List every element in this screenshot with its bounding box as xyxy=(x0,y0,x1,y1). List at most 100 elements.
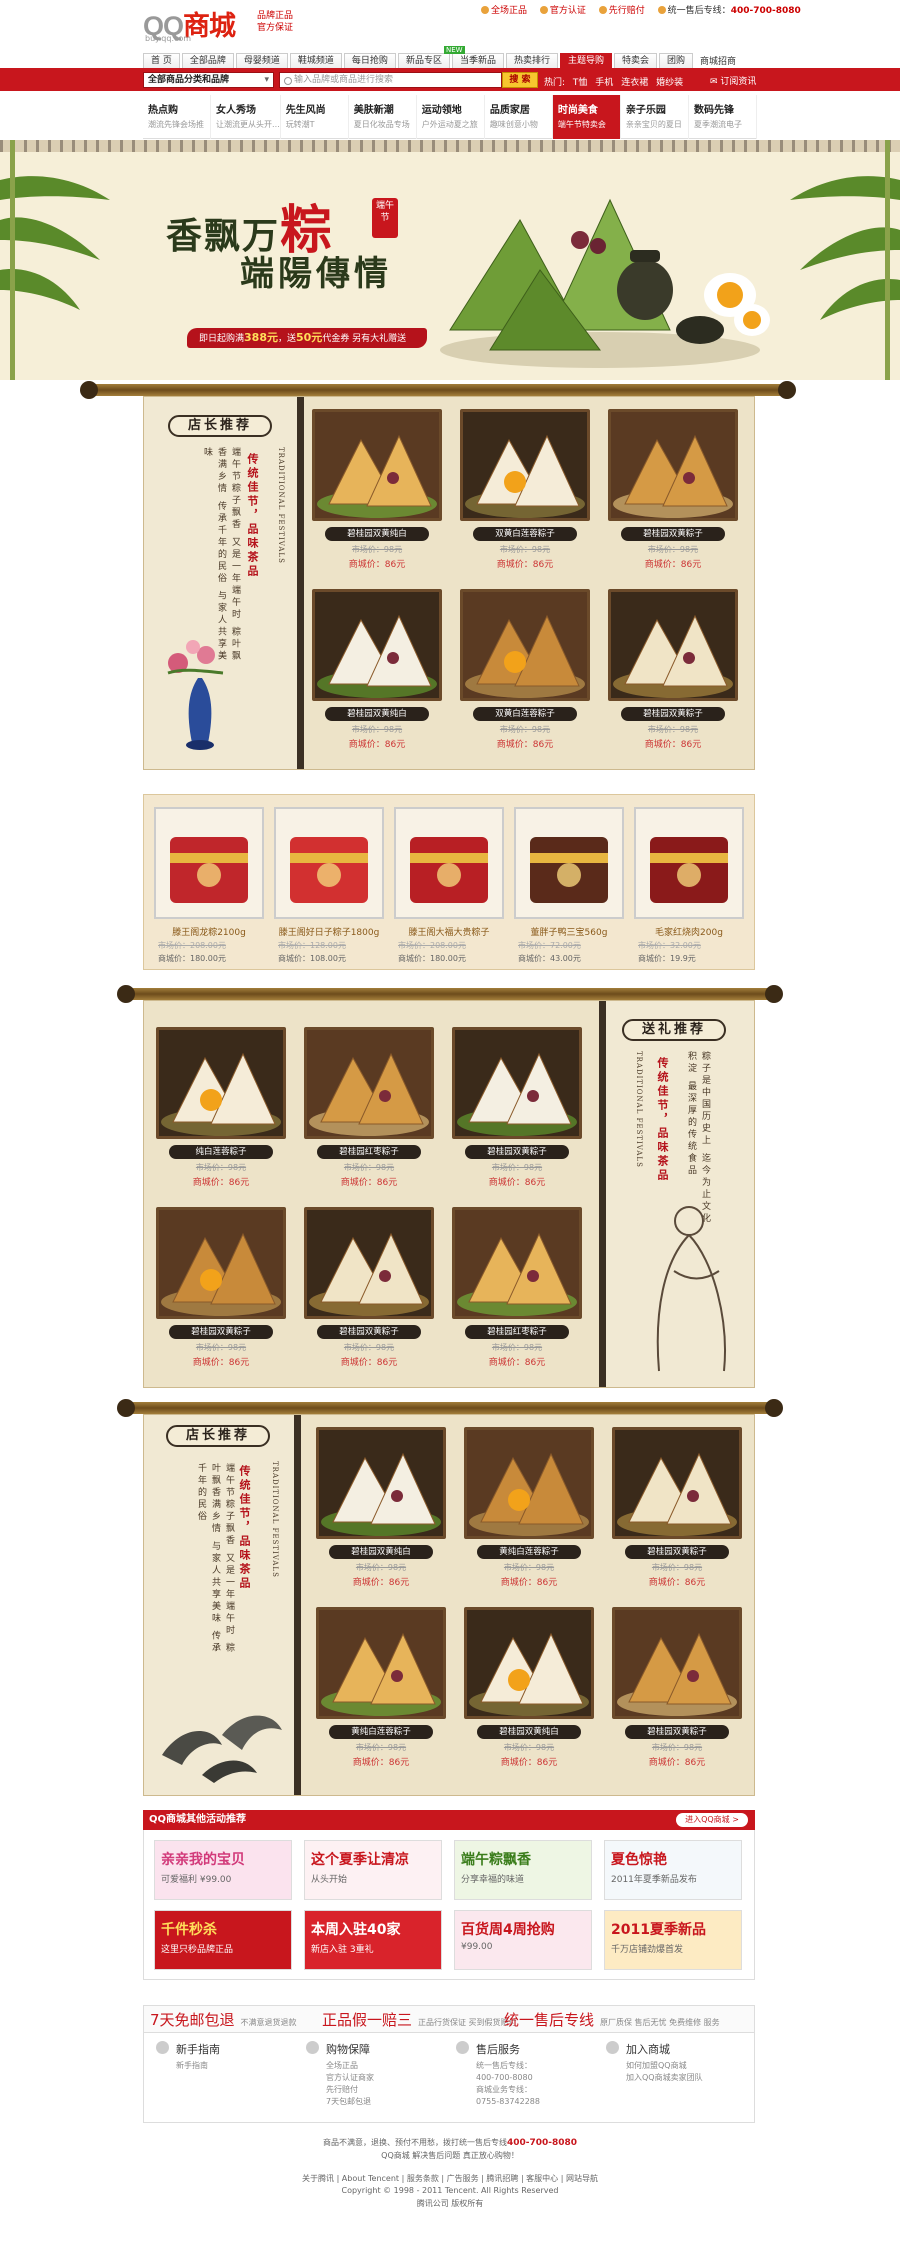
product-photo[interactable] xyxy=(316,1607,446,1719)
product-photo[interactable] xyxy=(316,1427,446,1539)
product-photo[interactable] xyxy=(156,1207,286,1319)
gift-product[interactable]: 毛家红烧肉200g 市场价：32.00元 商城价：19.9元 xyxy=(634,807,744,964)
product-card[interactable]: 碧桂园双黄粽子 市场价：98元 商城价：86元 xyxy=(612,1427,742,1588)
gift-name[interactable]: 滕王阁龙粽2100g xyxy=(154,925,264,938)
tab-baby[interactable]: 母婴频道 xyxy=(235,53,288,68)
gift-photo[interactable] xyxy=(154,807,264,919)
activity-banner[interactable]: 2011夏季新品 千万店铺劲爆首发 xyxy=(604,1910,742,1970)
activity-banner[interactable]: 这个夏季让清凉 从头开始 xyxy=(304,1840,442,1900)
gift-product[interactable]: 董胖子鸭三宝560g 市场价：72.00元 商城价：43.00元 xyxy=(514,807,624,964)
enter-mall-button[interactable]: 进入QQ商城 > xyxy=(676,1813,748,1827)
product-card[interactable]: 双黄白莲蓉粽子 市场价：98元 商城价：86元 xyxy=(460,409,590,570)
product-photo[interactable] xyxy=(452,1027,582,1139)
activity-banner[interactable]: 百货周4周抢购 ¥99.00 xyxy=(454,1910,592,1970)
guarantee-item[interactable]: 7天免邮包退 不满意退货退款 xyxy=(150,2006,297,2034)
top-link-certified[interactable]: 官方认证 xyxy=(539,6,586,16)
product-name[interactable]: 双黄白莲蓉粽子 xyxy=(473,707,577,721)
category-item[interactable]: 热点购 潮流先锋会场推 xyxy=(143,95,212,139)
gift-name[interactable]: 毛家红烧肉200g xyxy=(634,925,744,938)
product-name[interactable]: 碧桂园双黄粽子 xyxy=(169,1325,273,1339)
product-card[interactable]: 碧桂园红枣粽子 市场价：98元 商城价：86元 xyxy=(452,1207,582,1368)
product-name[interactable]: 碧桂园双黄粽子 xyxy=(317,1325,421,1339)
product-card[interactable]: 碧桂园双黄纯白 市场价：98元 商城价：86元 xyxy=(312,409,442,570)
category-item[interactable]: 女人秀场 让潮流更从头开... xyxy=(211,95,281,139)
product-photo[interactable] xyxy=(460,409,590,521)
category-select[interactable]: 全部商品分类和品牌 xyxy=(143,72,274,88)
product-name[interactable]: 碧桂园双黄纯白 xyxy=(477,1725,581,1739)
gift-photo[interactable] xyxy=(394,807,504,919)
category-item[interactable]: 美肤新潮 夏日化妆品专场 xyxy=(349,95,417,139)
product-photo[interactable] xyxy=(312,409,442,521)
product-name[interactable]: 碧桂园红枣粽子 xyxy=(465,1325,569,1339)
product-name[interactable]: 纯白莲蓉粽子 xyxy=(169,1145,273,1159)
activity-banner[interactable]: 本周入驻40家 新店入驻 3重礼 xyxy=(304,1910,442,1970)
promo-ribbon[interactable]: 即日起购满388元，送50元代金券 另有大礼赠送 xyxy=(187,328,427,348)
category-item[interactable]: 数码先锋 夏季潮流电子 xyxy=(689,95,758,139)
product-photo[interactable] xyxy=(612,1427,742,1539)
gift-photo[interactable] xyxy=(634,807,744,919)
product-name[interactable]: 碧桂园双黄粽子 xyxy=(465,1145,569,1159)
product-photo[interactable] xyxy=(464,1607,594,1719)
category-item[interactable]: 品质家居 趣味创意小物 xyxy=(485,95,553,139)
product-card[interactable]: 碧桂园双黄粽子 市场价：98元 商城价：86元 xyxy=(156,1207,286,1368)
product-name[interactable]: 双黄白莲蓉粽子 xyxy=(473,527,577,541)
product-name[interactable]: 碧桂园红枣粽子 xyxy=(317,1145,421,1159)
gift-photo[interactable] xyxy=(514,807,624,919)
footer-links[interactable]: 关于腾讯 | About Tencent | 服务条款 | 广告服务 | 腾讯招… xyxy=(0,2173,900,2184)
tab-hot-rank[interactable]: 热卖排行 xyxy=(505,53,558,68)
gift-product[interactable]: 滕王阁大福大贵粽子 市场价：208.00元 商城价：180.00元 xyxy=(394,807,504,964)
gift-photo[interactable] xyxy=(274,807,384,919)
product-photo[interactable] xyxy=(612,1607,742,1719)
tab-home[interactable]: 首 页 xyxy=(143,53,180,68)
product-name[interactable]: 黄纯白莲蓉粽子 xyxy=(477,1545,581,1559)
product-name[interactable]: 碧桂园双黄粽子 xyxy=(621,707,725,721)
product-photo[interactable] xyxy=(460,589,590,701)
hot-word[interactable]: 婚纱装 xyxy=(656,78,683,88)
category-item[interactable]: 运动领地 户外运动夏之旅 xyxy=(417,95,485,139)
tab-shoes[interactable]: 鞋城频道 xyxy=(289,53,342,68)
product-card[interactable]: 碧桂园双黄粽子 市场价：98元 商城价：86元 xyxy=(608,409,738,570)
help-title[interactable]: 购物保障 xyxy=(304,2041,454,2057)
tab-sale[interactable]: 特卖会 xyxy=(614,53,658,68)
product-photo[interactable] xyxy=(464,1427,594,1539)
product-name[interactable]: 碧桂园双黄纯白 xyxy=(329,1545,433,1559)
tab-new-items[interactable]: 新品专区 NEW xyxy=(397,46,465,68)
product-name[interactable]: 碧桂园双黄粽子 xyxy=(621,527,725,541)
category-item-active[interactable]: 时尚美食 端午节特卖会 xyxy=(552,95,621,139)
product-photo[interactable] xyxy=(304,1027,434,1139)
product-photo[interactable] xyxy=(156,1027,286,1139)
product-name[interactable]: 碧桂园双黄纯白 xyxy=(325,707,429,721)
product-photo[interactable] xyxy=(452,1207,582,1319)
activity-banner[interactable]: 夏色惊艳 2011年夏季新品发布 xyxy=(604,1840,742,1900)
category-item[interactable]: 先生风尚 玩转潮T xyxy=(281,95,349,139)
hot-word[interactable]: 手机 xyxy=(595,78,613,88)
tab-theme-guide[interactable]: 主题导购 xyxy=(559,53,612,68)
product-name[interactable]: 碧桂园双黄粽子 xyxy=(625,1545,729,1559)
product-photo[interactable] xyxy=(304,1207,434,1319)
tab-all-brands[interactable]: 全部品牌 xyxy=(181,53,234,68)
category-item[interactable]: 亲子乐园 亲亲宝贝的夏日 xyxy=(621,95,689,139)
top-link-compensate[interactable]: 先行赔付 xyxy=(598,6,645,16)
top-link-genuine[interactable]: 全场正品 xyxy=(481,6,527,16)
gift-product[interactable]: 滕王阁好日子粽子1800g 市场价：128.00元 商城价：108.00元 xyxy=(274,807,384,964)
help-title[interactable]: 售后服务 xyxy=(454,2041,604,2057)
tab-group-buy[interactable]: 团购 xyxy=(659,53,694,68)
product-card[interactable]: 碧桂园双黄粽子 市场价：98元 商城价：86元 xyxy=(452,1027,582,1188)
hot-word[interactable]: 连衣裙 xyxy=(621,78,648,88)
product-card[interactable]: 黄纯白莲蓉粽子 市场价：98元 商城价：86元 xyxy=(316,1607,446,1768)
product-photo[interactable] xyxy=(608,589,738,701)
product-card[interactable]: 双黄白莲蓉粽子 市场价：98元 商城价：86元 xyxy=(460,589,590,750)
product-name[interactable]: 碧桂园双黄纯白 xyxy=(325,527,429,541)
activity-banner[interactable]: 亲亲我的宝贝 可爱福利 ¥99.00 xyxy=(154,1840,292,1900)
help-title[interactable]: 新手指南 xyxy=(154,2041,304,2057)
product-card[interactable]: 碧桂园双黄纯白 市场价：98元 商城价：86元 xyxy=(316,1427,446,1588)
product-card[interactable]: 碧桂园双黄粽子 市场价：98元 商城价：86元 xyxy=(612,1607,742,1768)
product-name[interactable]: 黄纯白莲蓉粽子 xyxy=(329,1725,433,1739)
product-card[interactable]: 碧桂园双黄纯白 市场价：98元 商城价：86元 xyxy=(464,1607,594,1768)
tab-daily-deals[interactable]: 每日抢购 xyxy=(343,53,396,68)
product-card[interactable]: 碧桂园红枣粽子 市场价：98元 商城价：86元 xyxy=(304,1027,434,1188)
guarantee-item[interactable]: 统一售后专线 原厂质保 售后无忧 免费维修 服务 xyxy=(504,2006,720,2034)
product-card[interactable]: 黄纯白莲蓉粽子 市场价：98元 商城价：86元 xyxy=(464,1427,594,1588)
product-card[interactable]: 碧桂园双黄粽子 市场价：98元 商城价：86元 xyxy=(608,589,738,750)
activity-banner[interactable]: 端午粽飘香 分享幸福的味道 xyxy=(454,1840,592,1900)
